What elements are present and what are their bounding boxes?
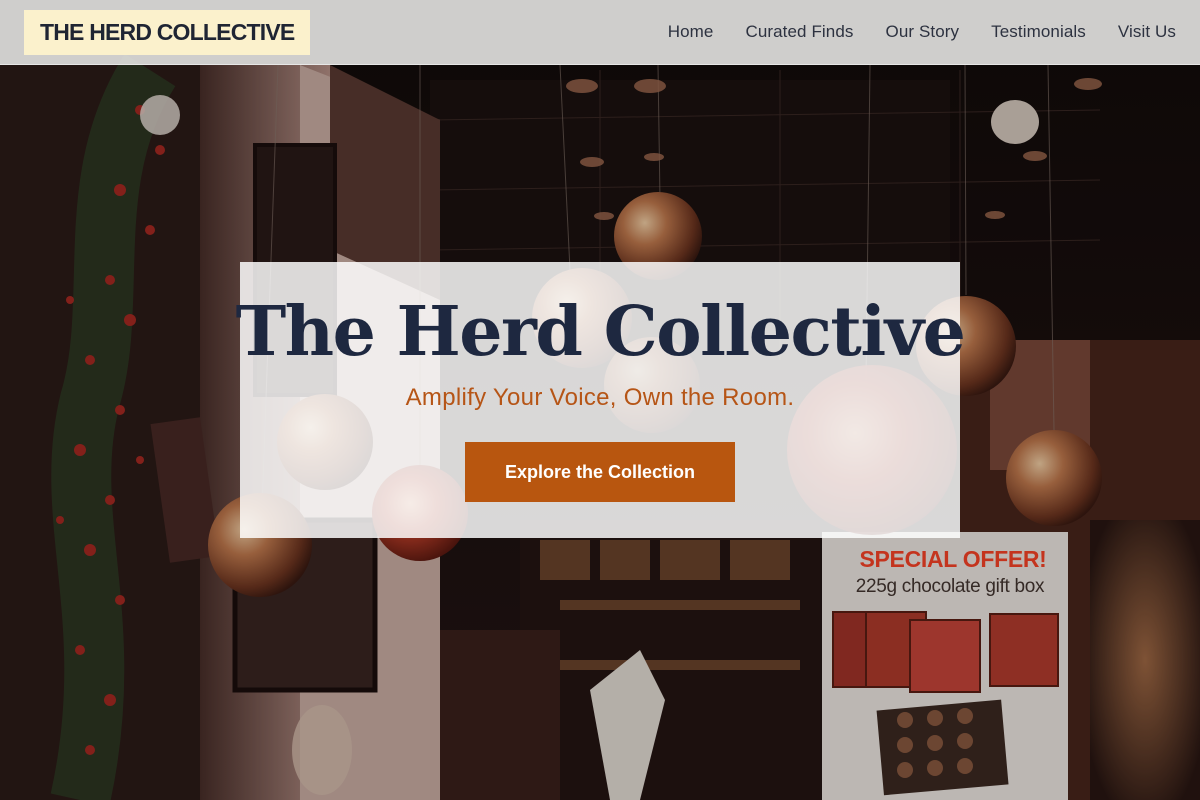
hero-tagline: Amplify Your Voice, Own the Room. xyxy=(405,384,795,411)
site-logo[interactable]: THE HERD COLLECTIVE xyxy=(24,9,311,55)
nav-link-curated-finds[interactable]: Curated Finds xyxy=(745,22,853,42)
hero-title: The Herd Collective xyxy=(235,292,966,372)
nav-link-our-story[interactable]: Our Story xyxy=(886,22,960,42)
nav-link-testimonials[interactable]: Testimonials xyxy=(991,22,1086,42)
site-header: THE HERD COLLECTIVE Home Curated Finds O… xyxy=(0,0,1200,65)
explore-collection-button[interactable]: Explore the Collection xyxy=(465,442,735,502)
main-nav: Home Curated Finds Our Story Testimonial… xyxy=(636,22,1176,42)
promo-sign-headline: SPECIAL OFFER! xyxy=(859,546,1047,572)
nav-link-home[interactable]: Home xyxy=(668,22,714,42)
promo-sign-subline: 225g chocolate gift box xyxy=(855,576,1045,597)
nav-link-visit-us[interactable]: Visit Us xyxy=(1118,22,1176,42)
hero-card: The Herd Collective Amplify Your Voice, … xyxy=(236,262,966,538)
